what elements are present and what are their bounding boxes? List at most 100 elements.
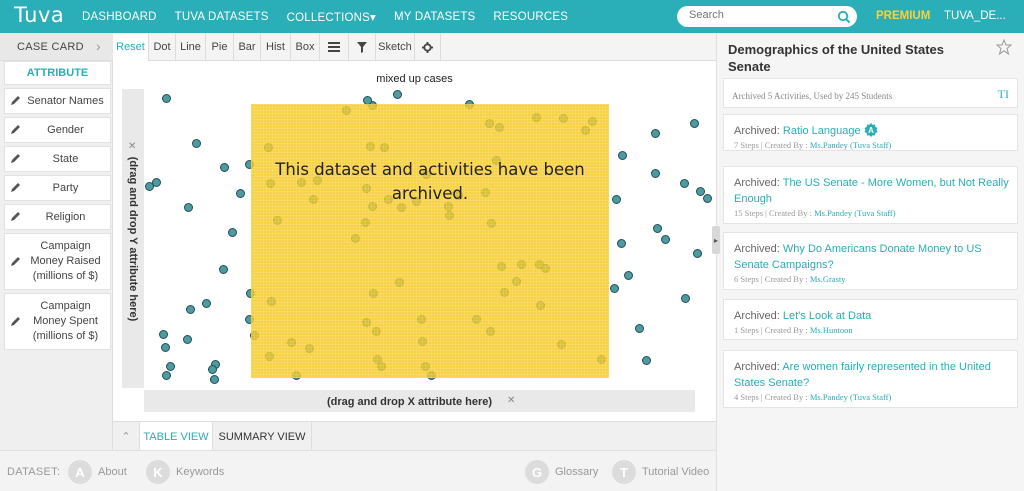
box-button[interactable]: Box bbox=[291, 33, 320, 61]
filter-icon[interactable] bbox=[349, 33, 376, 61]
case-dot[interactable] bbox=[690, 119, 699, 128]
pencil-icon[interactable] bbox=[10, 256, 21, 267]
case-dot[interactable] bbox=[617, 239, 626, 248]
case-dot[interactable] bbox=[219, 265, 228, 274]
nav-my-datasets[interactable]: MY DATASETS bbox=[394, 11, 475, 23]
case-dot[interactable] bbox=[236, 189, 245, 198]
activity-author[interactable]: Ms.Huntoon bbox=[810, 325, 853, 335]
chevron-right-icon[interactable]: › bbox=[96, 38, 101, 54]
keywords-button[interactable]: K Keywords bbox=[146, 460, 224, 484]
pencil-icon[interactable] bbox=[10, 182, 21, 193]
activity-author[interactable]: Ms.Grasty bbox=[810, 274, 846, 284]
attribute-row[interactable]: Campaign Money Spent (millions of $) bbox=[4, 293, 111, 350]
case-dot[interactable] bbox=[651, 129, 660, 138]
dot-button[interactable]: Dot bbox=[149, 33, 176, 61]
case-dot[interactable] bbox=[159, 330, 168, 339]
attribute-row[interactable]: Gender bbox=[4, 117, 111, 143]
gear-icon[interactable] bbox=[415, 33, 441, 61]
attribute-row[interactable]: Party bbox=[4, 175, 111, 201]
close-icon[interactable]: ✕ bbox=[507, 395, 515, 406]
case-dot[interactable] bbox=[220, 163, 229, 172]
panel-collapse-handle[interactable]: ▸ bbox=[712, 226, 720, 254]
menu-icon[interactable] bbox=[320, 33, 349, 61]
activity-author[interactable]: Ms.Pandey (Tuva Staff) bbox=[810, 140, 891, 150]
activity-card[interactable]: Archived: Let's Look at Data 1 Steps | C… bbox=[723, 299, 1018, 340]
nav-links: DASHBOARD TUVA DATASETS COLLECTIONS▾ MY … bbox=[82, 0, 586, 33]
pencil-icon[interactable] bbox=[10, 316, 21, 327]
top-nav: Tuva DASHBOARD TUVA DATASETS COLLECTIONS… bbox=[0, 0, 1024, 33]
nav-resources[interactable]: RESOURCES bbox=[493, 11, 568, 23]
teacher-view-icon[interactable]: TI bbox=[998, 87, 1009, 102]
chevron-up-icon[interactable]: ⌃ bbox=[113, 422, 140, 451]
case-dot[interactable] bbox=[208, 365, 217, 374]
case-dot[interactable] bbox=[162, 371, 171, 380]
bar-button[interactable]: Bar bbox=[234, 33, 261, 61]
attribute-row[interactable]: State bbox=[4, 146, 111, 172]
case-dot[interactable] bbox=[192, 139, 201, 148]
case-dot[interactable] bbox=[184, 203, 193, 212]
activity-author[interactable]: Ms.Pandey (Tuva Staff) bbox=[814, 208, 895, 218]
case-dot[interactable] bbox=[202, 299, 211, 308]
case-dot[interactable] bbox=[210, 375, 219, 384]
tab-table-view[interactable]: TABLE VIEW bbox=[140, 422, 213, 451]
search-icon[interactable] bbox=[837, 10, 851, 24]
tutorial-video-button[interactable]: T Tutorial Video bbox=[612, 460, 709, 484]
activity-card[interactable]: Archived: The US Senate - More Women, bu… bbox=[723, 166, 1018, 224]
case-dot[interactable] bbox=[693, 249, 702, 258]
case-dot[interactable] bbox=[145, 182, 154, 191]
pencil-icon[interactable] bbox=[10, 211, 21, 222]
tab-summary-view[interactable]: SUMMARY VIEW bbox=[213, 422, 312, 451]
premium-link[interactable]: PREMIUM bbox=[876, 10, 930, 22]
case-dot[interactable] bbox=[183, 335, 192, 344]
tuva-logo[interactable]: Tuva bbox=[14, 3, 64, 27]
case-dot[interactable] bbox=[393, 90, 402, 99]
attribute-label: Gender bbox=[47, 123, 84, 136]
case-dot[interactable] bbox=[161, 343, 170, 352]
case-dot[interactable] bbox=[696, 187, 705, 196]
activity-link[interactable]: Let's Look at Data bbox=[783, 310, 871, 322]
case-dot[interactable] bbox=[228, 228, 237, 237]
reset-button[interactable]: Reset bbox=[113, 33, 149, 61]
case-dot[interactable] bbox=[681, 294, 690, 303]
user-menu[interactable]: TUVA_DE... bbox=[944, 10, 1006, 22]
hist-button[interactable]: Hist bbox=[261, 33, 291, 61]
case-dot[interactable] bbox=[610, 284, 619, 293]
nav-dashboard[interactable]: DASHBOARD bbox=[82, 11, 157, 23]
nav-collections[interactable]: COLLECTIONS▾ bbox=[287, 10, 376, 24]
nav-tuva-datasets[interactable]: TUVA DATASETS bbox=[175, 11, 269, 23]
star-icon[interactable] bbox=[996, 39, 1012, 55]
case-dot[interactable] bbox=[624, 271, 633, 280]
pencil-icon[interactable] bbox=[10, 124, 21, 135]
case-dot[interactable] bbox=[661, 235, 670, 244]
attribute-row[interactable]: Senator Names bbox=[4, 88, 111, 114]
activity-card[interactable]: Archived: Ratio Language A 7 Steps | Crea… bbox=[723, 114, 1018, 151]
case-dot[interactable] bbox=[612, 195, 621, 204]
line-button[interactable]: Line bbox=[176, 33, 206, 61]
pencil-icon[interactable] bbox=[10, 153, 21, 164]
case-dot[interactable] bbox=[618, 151, 627, 160]
activity-card[interactable]: Archived: Why Do Americans Donate Money … bbox=[723, 232, 1018, 290]
case-dot[interactable] bbox=[635, 324, 644, 333]
case-dot[interactable] bbox=[162, 94, 171, 103]
about-button[interactable]: A About bbox=[68, 460, 127, 484]
close-icon[interactable]: ✕ bbox=[128, 141, 136, 152]
attribute-row[interactable]: Campaign Money Raised (millions of $) bbox=[4, 233, 111, 290]
glossary-button[interactable]: G Glossary bbox=[525, 460, 598, 484]
case-dot[interactable] bbox=[642, 356, 651, 365]
case-dot[interactable] bbox=[653, 224, 662, 233]
search-input[interactable] bbox=[689, 9, 829, 21]
pie-button[interactable]: Pie bbox=[206, 33, 234, 61]
activity-card[interactable]: Archived: Are women fairly represented i… bbox=[723, 350, 1018, 408]
case-dot[interactable] bbox=[166, 362, 175, 371]
activity-steps: 1 Steps bbox=[734, 325, 759, 335]
activity-author[interactable]: Ms.Pandey (Tuva Staff) bbox=[810, 392, 891, 402]
tutorial-video-icon: T bbox=[612, 460, 636, 484]
activity-link[interactable]: Ratio Language bbox=[783, 125, 861, 137]
case-dot[interactable] bbox=[680, 179, 689, 188]
pencil-icon[interactable] bbox=[10, 95, 21, 106]
case-dot[interactable] bbox=[651, 169, 660, 178]
case-dot[interactable] bbox=[703, 194, 712, 203]
case-dot[interactable] bbox=[186, 305, 195, 314]
sketch-button[interactable]: Sketch bbox=[376, 33, 415, 61]
attribute-row[interactable]: Religion bbox=[4, 204, 111, 230]
